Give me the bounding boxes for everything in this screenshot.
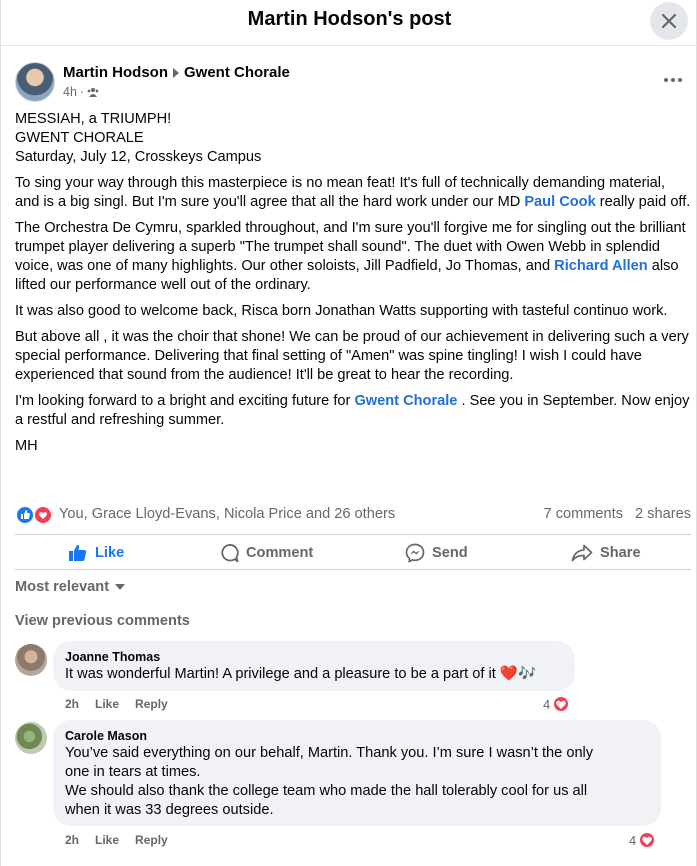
view-previous-comments-link[interactable]: View previous comments	[15, 613, 190, 629]
commenter-name[interactable]: Joanne Thomas	[65, 649, 563, 665]
post-headline: MESSIAH, a TRIUMPH! GWENT CHORALE Saturd…	[15, 110, 691, 167]
author-avatar[interactable]	[15, 62, 55, 102]
mention-link[interactable]: Richard Allen	[554, 258, 648, 274]
comment-bubble: Carole Mason You’ve said everything on o…	[53, 720, 661, 826]
close-button[interactable]	[650, 2, 688, 40]
commenter-name[interactable]: Carole Mason	[65, 728, 649, 744]
modal-title: Martin Hodson's post	[247, 8, 452, 30]
comment-text: You’ve said everything on our behalf, Ma…	[65, 745, 594, 818]
reaction-names[interactable]: You, Grace Lloyd-Evans, Nicola Price and…	[59, 506, 395, 522]
chevron-down-icon	[115, 584, 126, 590]
post-body: MESSIAH, a TRIUMPH! GWENT CHORALE Saturd…	[15, 110, 691, 463]
comment-meta: 2h Like Reply	[65, 697, 168, 711]
comments-count[interactable]: 7 comments	[544, 506, 623, 522]
comment-label: Comment	[246, 545, 314, 561]
comment-sort-dropdown[interactable]: Most relevant	[15, 579, 126, 595]
comment-bubble: Joanne Thomas It was wonderful Martin! A…	[53, 641, 575, 691]
headline-line: MESSIAH, a TRIUMPH!	[15, 111, 172, 127]
engagement-counts: 7 comments 2 shares	[544, 506, 691, 522]
comment-like-button[interactable]: Like	[95, 833, 119, 847]
more-options-button[interactable]	[661, 70, 685, 90]
post-meta: 4h ·	[63, 85, 99, 99]
comment-text: It was wonderful Martin! A privilege and…	[65, 666, 537, 682]
sort-label: Most relevant	[15, 579, 110, 595]
caret-right-icon	[173, 67, 179, 78]
share-icon	[571, 544, 593, 562]
like-button[interactable]: Like	[68, 535, 124, 571]
comment-reply-button[interactable]: Reply	[135, 697, 168, 711]
comment-meta: 2h Like Reply	[65, 833, 168, 847]
send-button[interactable]: Send	[405, 535, 468, 571]
comment-reply-button[interactable]: Reply	[135, 833, 168, 847]
comment-time[interactable]: 2h	[65, 697, 79, 711]
group-name[interactable]: Gwent Chorale	[184, 64, 290, 81]
commenter-avatar[interactable]	[15, 722, 47, 754]
send-label: Send	[432, 545, 468, 561]
post-paragraph: It was also good to welcome back, Risca …	[15, 303, 668, 319]
heart-icon	[638, 831, 657, 849]
group-icon	[87, 88, 99, 97]
close-icon	[662, 14, 676, 28]
post-signoff: MH	[15, 438, 38, 454]
post-author-line: Martin Hodson Gwent Chorale	[63, 64, 290, 81]
post-paragraph: The Orchestra De Cymru, sparkled through…	[15, 220, 686, 293]
headline-line: GWENT CHORALE	[15, 130, 144, 146]
post-actions: Like Comment Send Share	[15, 534, 691, 570]
comment-reaction-count[interactable]: 4	[543, 695, 571, 713]
share-label: Share	[600, 545, 641, 561]
share-button[interactable]: Share	[571, 535, 641, 571]
comment-icon	[221, 544, 239, 563]
post-paragraph: I'm looking forward to a bright and exci…	[15, 393, 690, 428]
post-paragraph: But above all , it was the choir that sh…	[15, 329, 689, 383]
comment-like-button[interactable]: Like	[95, 697, 119, 711]
comment-reaction-count[interactable]: 4	[629, 831, 657, 849]
thumbs-up-icon	[69, 544, 87, 561]
shares-count[interactable]: 2 shares	[635, 506, 691, 522]
modal-header: Martin Hodson's post	[1, 0, 697, 46]
reactions-bar: You, Grace Lloyd-Evans, Nicola Price and…	[15, 505, 691, 525]
heart-icon	[552, 695, 571, 713]
heart-music-emoji: ❤️🎶	[499, 666, 537, 682]
messenger-icon	[405, 543, 425, 563]
commenter-avatar[interactable]	[15, 644, 47, 676]
comment-button[interactable]: Comment	[219, 535, 313, 571]
post-time[interactable]: 4h	[63, 85, 77, 99]
more-dots-icon	[664, 78, 682, 82]
reaction-icons[interactable]	[15, 505, 55, 525]
mention-link[interactable]: Paul Cook	[524, 194, 595, 210]
like-label: Like	[95, 545, 125, 561]
author-name[interactable]: Martin Hodson	[63, 64, 168, 81]
headline-line: Saturday, July 12, Crosskeys Campus	[15, 149, 262, 165]
post-paragraph: To sing your way through this masterpiec…	[15, 175, 691, 210]
mention-link[interactable]: Gwent Chorale	[354, 393, 457, 409]
post-modal: Martin Hodson's post Martin Hodson Gwent…	[0, 0, 697, 866]
comment-time[interactable]: 2h	[65, 833, 79, 847]
